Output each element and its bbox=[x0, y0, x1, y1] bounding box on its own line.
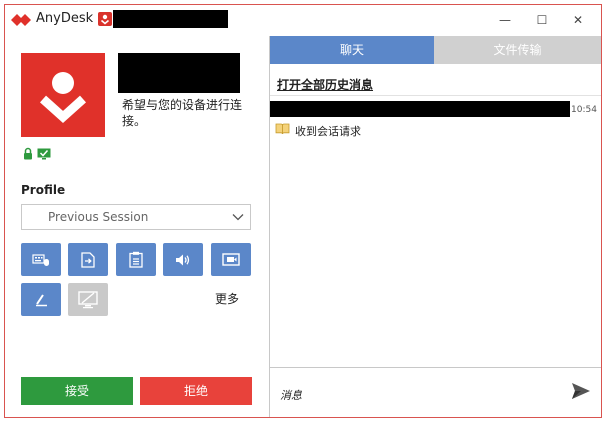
request-panel: 希望与您的设备进行连接。 Profile Previous Session 更多… bbox=[5, 36, 269, 417]
session-request-message: 收到会话请求 bbox=[295, 125, 361, 138]
screen-check-icon bbox=[37, 148, 51, 160]
remote-id-redacted bbox=[113, 10, 228, 28]
file-transfer-icon bbox=[81, 251, 95, 268]
request-message: 希望与您的设备进行连接。 bbox=[122, 98, 243, 128]
file-manager-permission-button[interactable] bbox=[68, 243, 108, 276]
remote-badge-icon bbox=[98, 12, 112, 26]
message-sender-redacted bbox=[270, 101, 570, 117]
tab-chat[interactable]: 聊天 bbox=[270, 36, 434, 64]
message-input[interactable]: 消息 bbox=[280, 387, 302, 403]
clipboard-permission-button[interactable] bbox=[116, 243, 156, 276]
profile-selected-value: Previous Session bbox=[48, 210, 149, 224]
speaker-icon bbox=[176, 254, 190, 265]
keyboard-mouse-permission-button[interactable] bbox=[21, 243, 61, 276]
anydesk-logo-icon bbox=[11, 14, 31, 26]
more-permissions-link[interactable]: 更多 bbox=[215, 290, 239, 307]
screen-record-icon bbox=[222, 253, 240, 266]
keyboard-mouse-icon bbox=[32, 253, 49, 266]
close-button[interactable]: ✕ bbox=[568, 11, 588, 29]
tab-file-transfer[interactable]: 文件传输 bbox=[434, 36, 601, 64]
chat-panel: 聊天 文件传输 打开全部历史消息 10:54 收到会话请求 消息 bbox=[270, 36, 601, 417]
lock-icon bbox=[24, 147, 32, 160]
reject-button[interactable]: 拒绝 bbox=[140, 377, 252, 405]
clipboard-icon bbox=[129, 251, 143, 268]
block-input-permission-button[interactable] bbox=[68, 283, 108, 316]
profile-dropdown[interactable]: Previous Session bbox=[21, 204, 251, 230]
draw-permission-button[interactable] bbox=[21, 283, 61, 316]
accept-button[interactable]: 接受 bbox=[21, 377, 133, 405]
remote-name-redacted bbox=[118, 53, 240, 93]
blocked-screen-icon bbox=[78, 290, 98, 308]
message-timestamp: 10:54 bbox=[571, 105, 597, 115]
pen-icon bbox=[36, 293, 47, 306]
chat-separator bbox=[270, 95, 601, 96]
remote-avatar bbox=[21, 53, 105, 137]
profile-label: Profile bbox=[21, 183, 66, 197]
compose-separator bbox=[270, 367, 601, 368]
open-history-link[interactable]: 打开全部历史消息 bbox=[277, 76, 373, 93]
sound-permission-button[interactable] bbox=[163, 243, 203, 276]
anydesk-window: AnyDesk — ☐ ✕ 希望与您的设备进行连接。 Profile Previ… bbox=[4, 4, 602, 418]
anydesk-user-icon bbox=[39, 72, 87, 124]
title-bar[interactable]: AnyDesk — ☐ ✕ bbox=[5, 5, 601, 35]
book-icon bbox=[275, 123, 290, 135]
chevron-down-icon bbox=[232, 214, 244, 221]
minimize-button[interactable]: — bbox=[495, 11, 515, 29]
screen-permission-button[interactable] bbox=[211, 243, 251, 276]
send-icon[interactable] bbox=[571, 382, 591, 400]
app-title: AnyDesk bbox=[36, 11, 94, 26]
maximize-button[interactable]: ☐ bbox=[532, 11, 552, 29]
